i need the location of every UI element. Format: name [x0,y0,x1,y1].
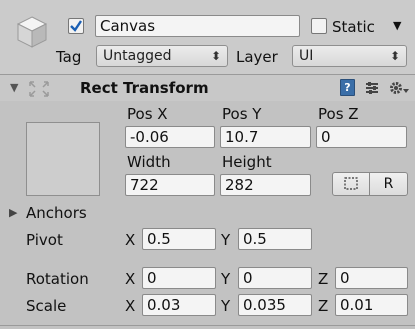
pivot-x-axis-label: X [125,231,136,249]
rotation-z-field[interactable]: 0 [335,267,408,289]
height-field[interactable]: 282 [220,174,311,196]
scale-label: Scale [26,297,67,315]
layer-label: Layer [236,48,278,66]
chevron-updown-icon: ⬍ [389,49,400,63]
tag-label: Tag [56,48,82,66]
tag-value: Untagged [103,48,172,64]
active-checkbox[interactable] [68,18,84,34]
gameobject-name-field[interactable]: Canvas [95,15,300,37]
raw-edit-button[interactable]: R [369,172,408,196]
rotation-x-field[interactable]: 0 [142,267,216,289]
pos-z-field[interactable]: 0 [316,126,407,148]
scale-x-axis-label: X [125,297,136,315]
layer-dropdown[interactable]: UI ⬍ [292,45,407,67]
pivot-y-field[interactable]: 0.5 [238,228,312,250]
anchors-label[interactable]: Anchors [26,204,87,222]
pos-x-field[interactable]: -0.06 [125,126,215,148]
checkmark-icon [70,20,82,32]
anchors-foldout-arrow-icon[interactable]: ▶ [9,206,17,219]
chevron-updown-icon: ⬍ [210,49,221,63]
scale-y-field[interactable]: 0.035 [238,294,312,316]
preset-sliders-icon[interactable] [364,80,380,96]
height-label: Height [222,153,272,171]
static-dropdown-arrow-icon[interactable]: ▼ [393,19,401,32]
width-field[interactable]: 722 [125,174,215,196]
pos-x-label: Pos X [127,105,168,123]
rotation-y-field[interactable]: 0 [238,267,312,289]
rect-transform-icon [29,81,49,97]
scale-y-axis-label: Y [221,297,231,315]
anchor-preset-box[interactable] [26,122,100,196]
gameobject-header: Canvas Static ▼ Tag Untagged ⬍ Layer UI … [0,0,415,74]
scale-z-field[interactable]: 0.01 [335,294,408,316]
rotation-z-axis-label: Z [318,270,329,288]
rotation-label: Rotation [26,270,89,288]
width-label: Width [127,153,171,171]
pivot-label: Pivot [26,231,63,249]
foldout-arrow-icon[interactable]: ▼ [10,81,18,94]
dotted-rect-icon [344,177,358,190]
pos-y-label: Pos Y [222,105,262,123]
gear-icon[interactable] [388,79,410,97]
tag-dropdown[interactable]: Untagged ⬍ [96,45,228,67]
pos-y-field[interactable]: 10.7 [220,126,311,148]
static-label: Static [332,18,375,36]
rect-transform-header[interactable]: ▼ Rect Transform ? [0,75,415,101]
layer-value: UI [299,48,314,64]
static-checkbox[interactable] [311,18,327,34]
scale-x-field[interactable]: 0.03 [142,294,216,316]
gameobject-cube-icon [16,16,48,48]
pivot-x-field[interactable]: 0.5 [142,228,216,250]
scale-z-axis-label: Z [318,297,329,315]
blueprint-mode-button[interactable] [332,172,370,196]
rotation-x-axis-label: X [125,270,136,288]
help-book-icon[interactable]: ? [340,79,355,96]
pos-z-label: Pos Z [318,105,359,123]
bottom-divider [0,325,415,326]
rotation-y-axis-label: Y [221,270,231,288]
pivot-y-axis-label: Y [221,231,231,249]
component-title: Rect Transform [80,79,209,97]
